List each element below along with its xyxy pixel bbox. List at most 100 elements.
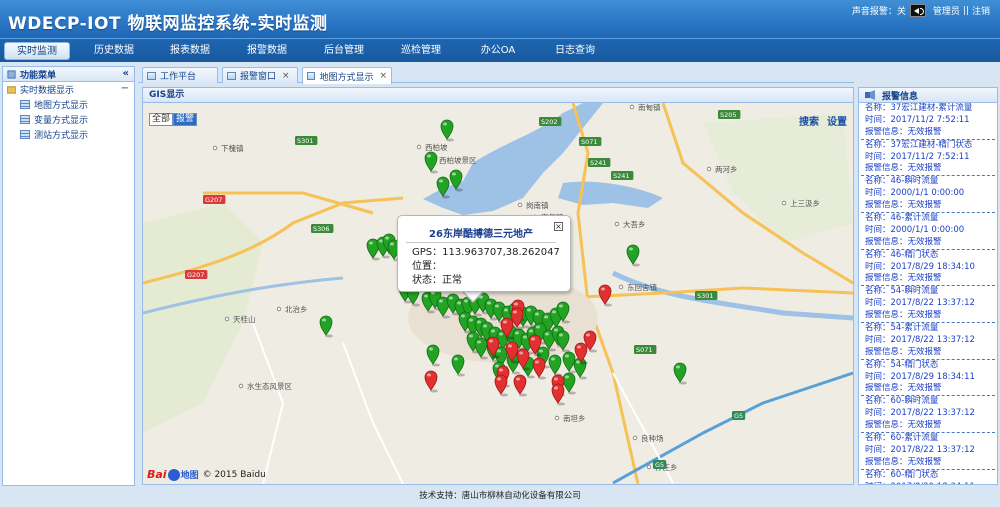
- alarm-item[interactable]: 名称：60-瞬时流量 时间：2017/8/22 13:37:12 报警信息：无效报警: [861, 396, 995, 434]
- road-label: G5: [734, 412, 743, 420]
- alarm-time: 时间：2017/8/29 18:34:10: [865, 261, 975, 272]
- map-copyright: © 2015 Baidu: [202, 469, 266, 480]
- alarm-name: 名称：60-瞬时流量: [865, 396, 939, 407]
- filter-all-button[interactable]: 全部: [149, 113, 174, 126]
- alarm-item[interactable]: 名称：54-精门状态 时间：2017/8/29 18:34:11 报警信息：无效报警: [861, 360, 995, 397]
- grid-icon: [20, 130, 30, 139]
- collapse-icon[interactable]: «: [123, 68, 129, 79]
- alarm-panel-header: 报警信息: [859, 88, 997, 103]
- close-icon[interactable]: ×: [554, 222, 563, 231]
- nav-logs[interactable]: 日志查询: [545, 42, 605, 60]
- place-dot: [276, 306, 282, 312]
- folder-icon: [7, 86, 16, 94]
- alarm-time: 时间：2000/1/1 0:00:00: [865, 224, 965, 235]
- logout-link[interactable]: 注销: [972, 4, 990, 17]
- alarm-time: 时间：2017/8/29 18:34:11: [865, 371, 975, 382]
- road-label: S205: [720, 111, 737, 119]
- user-name: 管理员: [932, 7, 960, 17]
- alarm-time: 时间：2017/11/2 7:52:11: [865, 151, 970, 162]
- alarm-name: 名称：37宏江建材-精门状态: [865, 139, 973, 150]
- close-icon[interactable]: ×: [282, 71, 290, 81]
- alarm-item[interactable]: 名称：46-精门状态 时间：2017/8/29 18:34:10 报警信息：无效报警: [861, 250, 995, 287]
- menu-title: 功能菜单: [20, 70, 57, 81]
- close-icon[interactable]: ×: [379, 71, 387, 81]
- alarm-item[interactable]: 名称：37宏江建材-累计流量 时间：2017/11/2 7:52:11 报警信息：无…: [861, 103, 995, 140]
- alarm-time: 时间：2017/8/29 18:34:11: [861, 482, 995, 484]
- alarm-time: 时间：2000/1/1 0:00:00: [865, 188, 965, 199]
- section-title: 实时数据显示: [20, 86, 75, 96]
- realtime-section[interactable]: 实时数据显示 −: [3, 82, 134, 97]
- road-label: G207: [187, 271, 204, 279]
- place-dot: [618, 284, 624, 290]
- sidebar-item-station[interactable]: 测站方式显示: [3, 127, 134, 142]
- road-label: S071: [581, 138, 598, 146]
- tab-label: 工作平台: [160, 72, 197, 82]
- alarm-item[interactable]: 名称：54-瞬时流量 时间：2017/8/22 13:37:12 报警信息：无效报警: [861, 286, 995, 324]
- place-dot: [629, 104, 635, 110]
- place-label: 西柏坡景区: [439, 155, 477, 165]
- gis-panel-title: GIS显示: [143, 88, 853, 103]
- nav-reports[interactable]: 报表数据: [160, 42, 220, 60]
- nav-alarms[interactable]: 报警数据: [237, 42, 297, 60]
- menu-header: 功能菜单 «: [3, 67, 134, 82]
- place-dot: [238, 383, 244, 389]
- tab-workbench[interactable]: 工作平台: [142, 67, 218, 83]
- alarm-time: 时间：2017/8/22 13:37:12: [865, 334, 975, 345]
- road-label: S241: [590, 159, 607, 167]
- alarm-message: 报警信息：无效报警: [865, 420, 942, 431]
- place-dot: [646, 464, 652, 470]
- map-base[interactable]: 下槐镇西柏坡西柏坡景区南甸镇岗南镇南旬镇大吾乡两河乡上三汲乡东回舍镇北治乡天桂山…: [143, 103, 853, 484]
- road-label: G207: [205, 196, 222, 204]
- nav-oa[interactable]: 办公OA: [468, 42, 528, 60]
- alarm-item[interactable]: 名称：60-累计流量 时间：2017/8/22 13:37:12 报警信息：无效报警: [861, 433, 995, 470]
- alarm-panel: 报警信息 名称：37宏江建材-累计流量 时间：2017/11/2 7:52:11 报…: [858, 87, 998, 485]
- place-label: 西柏坡: [425, 142, 448, 152]
- speaker-icon[interactable]: [909, 4, 926, 17]
- station-gps: GPS：113.963707,38.262047: [412, 247, 560, 258]
- alarm-message: 报警信息：无效报警: [865, 163, 942, 174]
- map-canvas[interactable]: 下槐镇西柏坡西柏坡景区南甸镇岗南镇南旬镇大吾乡两河乡上三汲乡东回舍镇北治乡天桂山…: [143, 103, 853, 484]
- alarm-time: 时间：2017/8/22 13:37:12: [865, 298, 975, 309]
- road-label: S301: [297, 137, 314, 145]
- tab-label: 地图方式显示: [319, 72, 374, 83]
- station-info-window: 26东岸酷搏德三元地产 × GPS：113.963707,38.262047 位…: [397, 215, 571, 292]
- station-status: 状态：正常: [412, 275, 462, 286]
- alarm-item[interactable]: 名称：37宏江建材-精门状态 时间：2017/11/2 7:52:11 报警信息：无…: [861, 140, 995, 177]
- place-label: 天桂山: [233, 314, 256, 324]
- place-label: 下槐镇: [221, 143, 244, 153]
- tab-alarm-window[interactable]: 报警窗口 ×: [222, 67, 298, 83]
- sidebar-item-label: 测站方式显示: [34, 131, 89, 141]
- alarm-list: 名称：37宏江建材-累计流量 时间：2017/11/2 7:52:11 报警信息：无…: [861, 103, 995, 484]
- alarm-item[interactable]: 名称：46-累计流量 时间：2000/1/1 0:00:00 报警信息：无效报警: [861, 213, 995, 250]
- alarm-item[interactable]: 名称：46-瞬时流量 时间：2000/1/1 0:00:00 报警信息：无效报警: [861, 176, 995, 214]
- place-label: 水生态风景区: [247, 381, 292, 391]
- place-label: 上三汲乡: [790, 199, 820, 208]
- filter-alarm-button[interactable]: 报警: [173, 113, 198, 126]
- alarm-time: 时间：2017/8/22 13:37:12: [865, 444, 975, 455]
- map-search-link[interactable]: 搜索: [799, 113, 819, 128]
- section-toggle-icon[interactable]: −: [121, 83, 129, 94]
- alarm-message: 报警信息：无效报警: [865, 456, 942, 467]
- sidebar-item-map[interactable]: 地图方式显示: [3, 97, 134, 112]
- place-label: 北治乡: [285, 304, 308, 314]
- tab-map-display[interactable]: 地图方式显示 ×: [302, 67, 392, 84]
- alarm-item[interactable]: 名称：60-精门状态时间：2017/8/29 18:34:11报警信息：无效报警: [861, 470, 995, 484]
- map-settings-link[interactable]: 设置: [827, 113, 847, 128]
- alarm-time: 时间：2017/11/2 7:52:11: [865, 114, 970, 125]
- app-header: WDECP-IOT 物联网监控系统-实时监测 声音报警：关 管理员 || 注销: [0, 0, 1000, 38]
- place-label: 良种场: [641, 433, 664, 443]
- nav-realtime[interactable]: 实时监测: [4, 42, 70, 60]
- alarm-name: 名称：60-累计流量: [865, 433, 939, 444]
- nav-history[interactable]: 历史数据: [84, 42, 144, 60]
- alarm-name: 名称：46-瞬时流量: [865, 176, 939, 187]
- nav-backend[interactable]: 后台管理: [314, 42, 374, 60]
- road-label: S301: [697, 292, 714, 300]
- alarm-item[interactable]: 名称：54-累计流量 时间：2017/8/22 13:37:12 报警信息：无效报警: [861, 323, 995, 360]
- sound-alarm-label[interactable]: 声音报警：关: [852, 4, 906, 17]
- road-label: G5: [655, 461, 664, 469]
- nav-inspection[interactable]: 巡检管理: [391, 42, 451, 60]
- place-label: 南坦乡: [563, 413, 586, 423]
- sidebar-item-variable[interactable]: 变量方式显示: [3, 112, 134, 127]
- place-dot: [632, 435, 638, 441]
- place-label: 南甸镇: [638, 103, 661, 112]
